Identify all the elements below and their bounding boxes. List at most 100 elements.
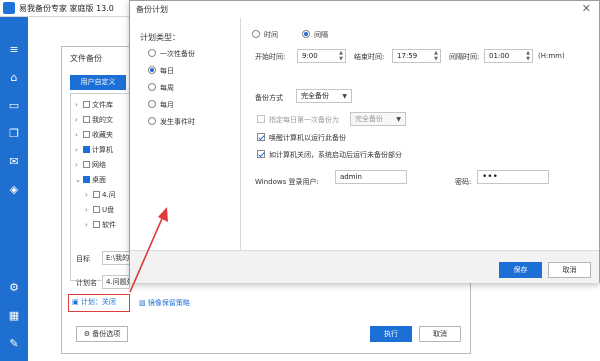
backup-method-label: 备份方式 bbox=[255, 94, 283, 102]
tools-icon[interactable]: ⚙ bbox=[6, 281, 22, 295]
plan-name-field[interactable]: 4.问题处理 bbox=[102, 275, 130, 289]
tree-checkbox[interactable] bbox=[93, 221, 100, 228]
chevron-right-icon[interactable]: › bbox=[75, 131, 83, 139]
chevron-right-icon[interactable]: › bbox=[75, 116, 83, 124]
wake-computer-option[interactable]: 唤醒计算机以运行此备份 bbox=[257, 133, 346, 143]
radio-button[interactable] bbox=[148, 100, 156, 108]
app-logo-icon bbox=[3, 2, 15, 14]
schedule-footer: 保存 取消 bbox=[130, 250, 599, 283]
plan-type-event[interactable]: 发生事件时 bbox=[148, 117, 195, 129]
mode-time[interactable]: 时间 bbox=[252, 30, 278, 42]
chevron-right-icon[interactable]: › bbox=[85, 221, 93, 229]
watermark-text: 路由器 bbox=[514, 306, 571, 327]
tree-item[interactable]: › 软件 bbox=[85, 220, 116, 232]
spinner-icon[interactable]: ▲ ▼ bbox=[526, 50, 530, 62]
tree-checkbox[interactable] bbox=[83, 116, 90, 123]
app-title: 易我备份专家 家庭版 13.0 bbox=[19, 4, 114, 13]
tree-checkbox[interactable] bbox=[83, 101, 90, 108]
tree-checkbox[interactable] bbox=[83, 131, 90, 138]
tree-checkbox[interactable] bbox=[83, 161, 90, 168]
backup-options-button[interactable]: ⚙ 备份选项 bbox=[76, 326, 128, 342]
chevron-right-icon[interactable]: › bbox=[75, 146, 83, 154]
tree-item[interactable]: › 收藏夹 bbox=[75, 130, 113, 142]
plan-type-label: 计划类型： bbox=[140, 33, 180, 42]
mirror-policy-link[interactable]: ▨ 镜像保留策略 bbox=[139, 298, 190, 308]
file-backup-title: 文件备份 bbox=[70, 54, 102, 63]
spinner-icon[interactable]: ▲ ▼ bbox=[339, 50, 343, 62]
cancel-button[interactable]: 取消 bbox=[548, 262, 591, 278]
plan-off-link[interactable]: ▣ 计划：关闭 bbox=[68, 294, 130, 312]
password-field[interactable]: ••• bbox=[477, 170, 549, 184]
interval-unit: (H:mm) bbox=[538, 52, 565, 60]
menu-icon[interactable]: ≡ bbox=[6, 43, 22, 57]
windows-user-label: Windows 登录用户: bbox=[255, 178, 319, 186]
interval-field[interactable]: 01:00 ▲ ▼ bbox=[484, 49, 533, 63]
chevron-down-icon[interactable]: ⌄ bbox=[75, 176, 83, 184]
watermark-subtext: luyouqi.com bbox=[514, 328, 557, 336]
mail-icon[interactable]: ✉ bbox=[6, 155, 22, 169]
checkbox[interactable] bbox=[257, 150, 265, 158]
target-field[interactable]: E:\我的备份 bbox=[102, 251, 130, 265]
tree-item[interactable]: › 网络 bbox=[75, 160, 106, 172]
radio-button[interactable] bbox=[148, 117, 156, 125]
cancel-button[interactable]: 取消 bbox=[419, 326, 461, 342]
watermark-logo-icon bbox=[474, 300, 508, 334]
app-sidebar: ≡ ⌂ ▭ ❐ ✉ ◈ ⚙ ▦ ✎ bbox=[0, 17, 28, 361]
tab-custom[interactable]: 用户自定义 bbox=[70, 75, 126, 90]
end-time-field[interactable]: 17:59 ▲ ▼ bbox=[392, 49, 441, 63]
clone-icon[interactable]: ◈ bbox=[6, 183, 22, 197]
plan-type-weekly[interactable]: 每周 bbox=[148, 83, 174, 95]
chevron-right-icon[interactable]: › bbox=[85, 191, 93, 199]
tree-item[interactable]: › 文件库 bbox=[75, 100, 113, 112]
files-icon[interactable]: ❐ bbox=[6, 127, 22, 141]
tree-item[interactable]: › 我的文 bbox=[75, 115, 113, 127]
radio-button[interactable] bbox=[148, 66, 156, 74]
start-time-field[interactable]: 9:00 ▲ ▼ bbox=[297, 49, 346, 63]
interval-label: 间隔时间: bbox=[449, 53, 480, 61]
checkbox[interactable] bbox=[257, 133, 265, 141]
chevron-down-icon: ▼ bbox=[396, 116, 401, 123]
tree-item[interactable]: ⌄ 桌面 bbox=[75, 175, 106, 187]
save-button[interactable]: 保存 bbox=[499, 262, 542, 278]
target-label: 目标 bbox=[76, 255, 90, 263]
plan-type-panel: 计划类型： 一次性备份 每日 每周 每月 发生事件时 bbox=[130, 18, 241, 250]
first-full-option[interactable]: 指定每日第一次备份为 bbox=[257, 115, 339, 125]
schedule-settings-panel: 时间 间隔 开始时间: 9:00 ▲ ▼ 结束时间: 17:59 ▲ ▼ 间隔时间:… bbox=[242, 18, 599, 250]
first-full-select[interactable]: 完全备份 ▼ bbox=[350, 112, 406, 126]
start-time-label: 开始时间: bbox=[255, 53, 286, 61]
windows-user-field[interactable]: admin bbox=[335, 170, 407, 184]
run-missed-option[interactable]: 如计算机关闭，系统启动后运行未备份部分 bbox=[257, 150, 402, 160]
backup-icon[interactable]: ⌂ bbox=[6, 71, 22, 85]
close-icon[interactable]: ✕ bbox=[582, 2, 591, 15]
tree-item[interactable]: › 4.问 bbox=[85, 190, 116, 202]
chevron-right-icon[interactable]: › bbox=[75, 161, 83, 169]
settings-icon[interactable]: ✎ bbox=[6, 337, 22, 351]
chevron-right-icon[interactable]: › bbox=[85, 206, 93, 214]
radio-button[interactable] bbox=[148, 49, 156, 57]
tree-checkbox[interactable] bbox=[83, 146, 90, 153]
plan-type-daily[interactable]: 每日 bbox=[148, 66, 174, 78]
chevron-right-icon[interactable]: › bbox=[75, 101, 83, 109]
checkbox[interactable] bbox=[257, 115, 265, 123]
mode-interval[interactable]: 间隔 bbox=[302, 30, 328, 42]
tree-checkbox[interactable] bbox=[83, 176, 90, 183]
apps-icon[interactable]: ▦ bbox=[6, 309, 22, 323]
radio-button[interactable] bbox=[302, 30, 310, 38]
plan-type-monthly[interactable]: 每月 bbox=[148, 100, 174, 112]
plan-type-once[interactable]: 一次性备份 bbox=[148, 49, 195, 61]
gear-icon: ⚙ bbox=[83, 330, 93, 338]
radio-button[interactable] bbox=[252, 30, 260, 38]
execute-button[interactable]: 执行 bbox=[370, 326, 412, 342]
spinner-icon[interactable]: ▲ ▼ bbox=[434, 50, 438, 62]
tree-item[interactable]: › U盘 bbox=[85, 205, 114, 217]
tree-checkbox[interactable] bbox=[93, 191, 100, 198]
tree-item[interactable]: › 计算机 bbox=[75, 145, 113, 157]
backup-method-select[interactable]: 完全备份 ▼ bbox=[296, 89, 352, 103]
schedule-title: 备份计划 bbox=[136, 5, 168, 14]
radio-button[interactable] bbox=[148, 83, 156, 91]
plan-name-label: 计划名 bbox=[76, 279, 97, 287]
system-icon[interactable]: ▭ bbox=[6, 99, 22, 113]
tree-checkbox[interactable] bbox=[93, 206, 100, 213]
schedule-dialog: 备份计划 ✕ 计划类型： 一次性备份 每日 每周 每月 发生事件时 时间 间隔 … bbox=[129, 0, 600, 283]
calendar-icon: ▣ bbox=[72, 298, 81, 306]
